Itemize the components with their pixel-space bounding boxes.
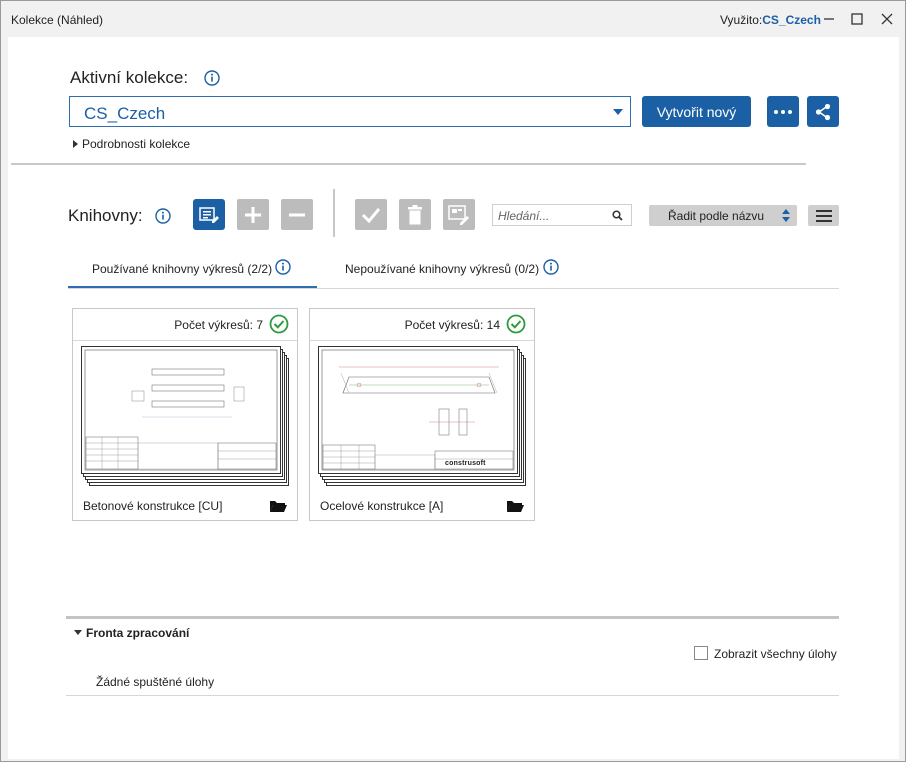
create-new-label: Vytvořit nový [656, 103, 737, 120]
tab-used-libraries[interactable]: Používané knihovny výkresů (2/2) [92, 260, 272, 278]
show-all-tasks-label: Zobrazit všechny úlohy [714, 647, 837, 661]
apply-button[interactable] [355, 199, 387, 230]
library-name: Ocelové konstrukce [A] [320, 499, 444, 513]
queue-divider [66, 616, 839, 619]
card-header: Počet výkresů: 14 [310, 309, 534, 341]
library-name: Betonové konstrukce [CU] [83, 499, 223, 513]
search-placeholder: Hledání... [498, 209, 550, 223]
folder-open-icon[interactable] [269, 499, 287, 513]
tab-unused-label: Nepoužívané knihovny výkresů (0/2) [345, 262, 540, 276]
check-circle-icon [506, 314, 526, 334]
drawing-thumbnail [81, 346, 291, 486]
no-tasks-message: Žádné spuštěné úlohy [96, 675, 215, 689]
check-circle-icon [269, 314, 289, 334]
delete-button[interactable] [399, 199, 431, 230]
usage-label: Využito: [720, 13, 763, 27]
info-icon[interactable] [155, 208, 171, 224]
edit-drawing-button[interactable] [443, 199, 475, 230]
trash-icon [408, 204, 422, 224]
show-all-tasks-checkbox[interactable] [694, 646, 708, 660]
minimize-button[interactable] [819, 9, 839, 29]
close-icon [881, 13, 893, 25]
card-header: Počet výkresů: 7 [73, 309, 297, 341]
drawing-count: Počet výkresů: 7 [174, 318, 263, 332]
share-icon [815, 103, 831, 120]
active-tab-indicator [68, 286, 317, 288]
share-button[interactable] [807, 96, 839, 127]
chevron-down-icon [613, 109, 623, 115]
brand-logo: construsoft [445, 460, 486, 467]
libraries-heading: Knihovny: [68, 206, 143, 225]
hamburger-icon [815, 209, 832, 222]
sort-select[interactable]: Řadit podle názvu [649, 205, 797, 226]
main-panel: Aktivní kolekce: CS_Czech Vytvořit nový [8, 37, 899, 759]
sort-label: Řadit podle názvu [668, 209, 765, 223]
library-card[interactable]: Počet výkresů: 14 construsoft Ocelové ko… [309, 308, 535, 521]
queue-heading: Fronta zpracování [86, 626, 190, 640]
maximize-button[interactable] [847, 9, 867, 29]
edit-libraries-button[interactable] [193, 199, 225, 230]
add-library-button[interactable] [237, 199, 269, 230]
collection-select[interactable]: CS_Czech [69, 96, 631, 127]
usage-indicator: Využito:CS_Czech [720, 13, 821, 27]
collection-details-label: Podrobnosti kolekce [82, 137, 191, 151]
create-new-button[interactable]: Vytvořit nový [642, 96, 751, 127]
section-divider [11, 163, 806, 165]
library-edit-icon [199, 206, 219, 223]
drawing-thumbnail: construsoft [318, 346, 528, 486]
queue-bottom-line [66, 695, 839, 696]
minimize-icon [824, 18, 834, 20]
title-bar: Kolekce (Náhled) Využito:CS_Czech [1, 1, 905, 37]
close-button[interactable] [877, 9, 897, 29]
steel-drawing-preview [321, 349, 515, 471]
collection-select-value: CS_Czech [84, 104, 166, 123]
sort-arrows-icon [782, 209, 790, 222]
tab-unused-libraries[interactable]: Nepoužívané knihovny výkresů (0/2) [345, 260, 539, 278]
folder-open-icon[interactable] [506, 499, 524, 513]
search-icon [612, 210, 623, 221]
tab-baseline [68, 288, 839, 289]
concrete-drawing-preview [84, 349, 278, 471]
window-title: Kolekce (Náhled) [11, 13, 104, 27]
maximize-icon [851, 13, 863, 25]
more-icon [774, 109, 792, 114]
app-window: Kolekce (Náhled) Využito:CS_Czech Aktivn… [0, 0, 906, 762]
active-collection-heading: Aktivní kolekce: [70, 68, 189, 87]
usage-value[interactable]: CS_Czech [762, 13, 821, 27]
tab-used-label: Používané knihovny výkresů (2/2) [92, 262, 273, 276]
minus-icon [289, 213, 305, 216]
more-options-button[interactable] [767, 96, 799, 127]
plus-icon [245, 206, 261, 223]
checkmark-icon [361, 207, 381, 223]
info-icon[interactable] [204, 70, 220, 86]
chevron-right-icon [73, 140, 78, 148]
info-icon[interactable] [275, 259, 291, 275]
drawing-count: Počet výkresů: 14 [404, 318, 500, 332]
menu-button[interactable] [808, 205, 839, 226]
remove-library-button[interactable] [281, 199, 313, 230]
drawing-edit-icon [448, 204, 469, 225]
search-field[interactable]: Hledání... [492, 204, 632, 226]
chevron-down-icon [74, 630, 82, 635]
info-icon[interactable] [543, 259, 559, 275]
library-card[interactable]: Počet výkresů: 7 Betonové konstrukce [CU… [72, 308, 298, 521]
toolbar-divider [333, 189, 335, 237]
